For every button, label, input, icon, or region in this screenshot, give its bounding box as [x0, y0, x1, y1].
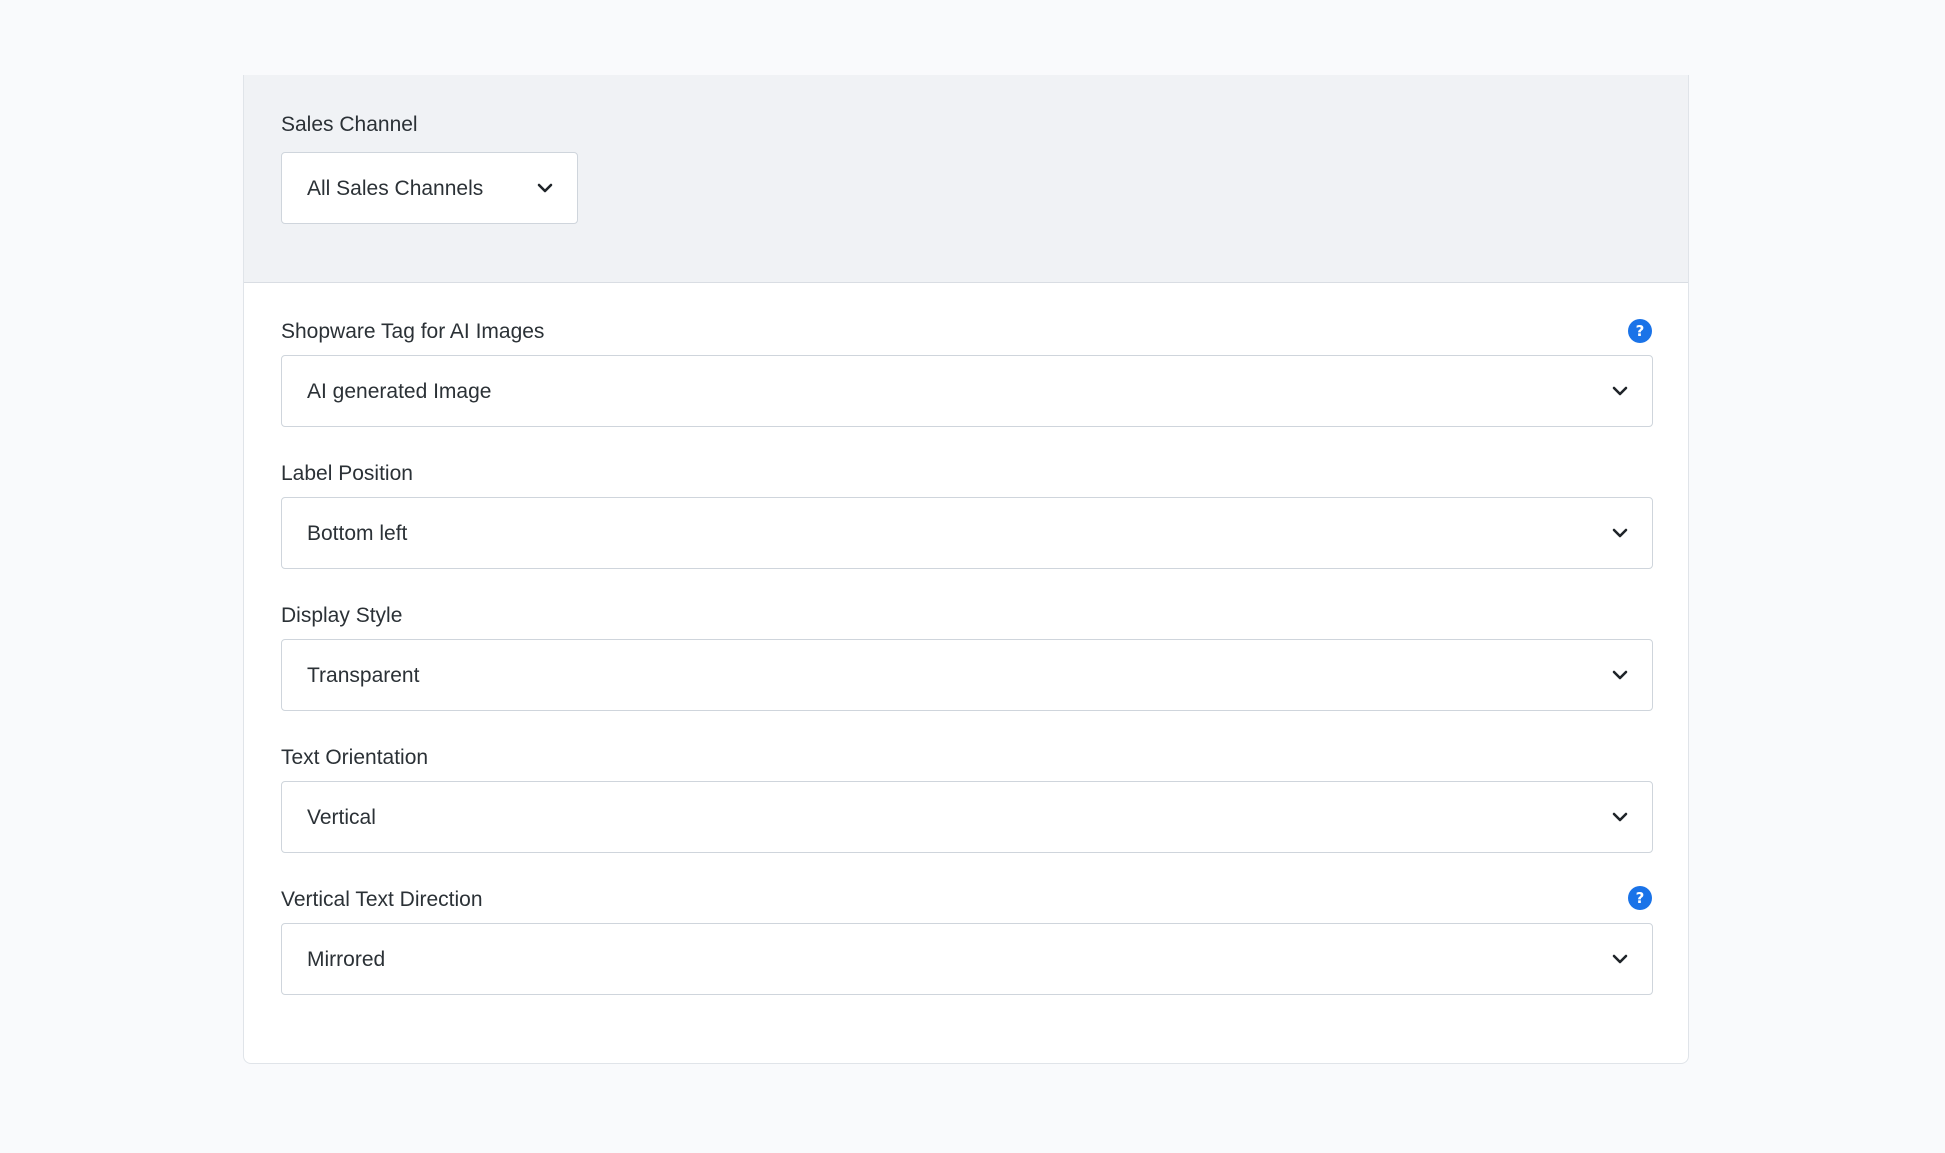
settings-card: Sales Channel All Sales Channels Shopwar… [243, 75, 1689, 1064]
ai-tag-value: AI generated Image [307, 380, 492, 403]
chevron-down-icon [1612, 954, 1628, 964]
text-orientation-select[interactable]: Vertical [281, 781, 1653, 853]
label-position-label: Label Position [281, 462, 413, 485]
chevron-down-icon [1612, 528, 1628, 538]
chevron-down-icon [1612, 670, 1628, 680]
text-orientation-value: Vertical [307, 806, 376, 829]
chevron-down-icon [1612, 386, 1628, 396]
display-style-select[interactable]: Transparent [281, 639, 1653, 711]
chevron-down-icon [1612, 812, 1628, 822]
ai-tag-help-icon[interactable]: ? [1628, 319, 1652, 343]
display-style-label: Display Style [281, 604, 403, 627]
sales-channel-select[interactable]: All Sales Channels [281, 152, 578, 224]
ai-tag-select[interactable]: AI generated Image [281, 355, 1653, 427]
vertical-text-direction-label: Vertical Text Direction [281, 888, 483, 911]
sales-channel-label: Sales Channel [281, 113, 418, 136]
sales-channel-value: All Sales Channels [307, 177, 484, 200]
sales-channel-section: Sales Channel All Sales Channels [244, 75, 1688, 283]
vertical-text-direction-value: Mirrored [307, 948, 386, 971]
ai-tag-label: Shopware Tag for AI Images [281, 320, 545, 343]
vertical-text-direction-select[interactable]: Mirrored [281, 923, 1653, 995]
label-position-select[interactable]: Bottom left [281, 497, 1653, 569]
vertical-text-direction-help-icon[interactable]: ? [1628, 886, 1652, 910]
label-position-value: Bottom left [307, 522, 408, 545]
text-orientation-label: Text Orientation [281, 746, 429, 769]
chevron-down-icon [537, 183, 553, 193]
display-style-value: Transparent [307, 664, 420, 687]
